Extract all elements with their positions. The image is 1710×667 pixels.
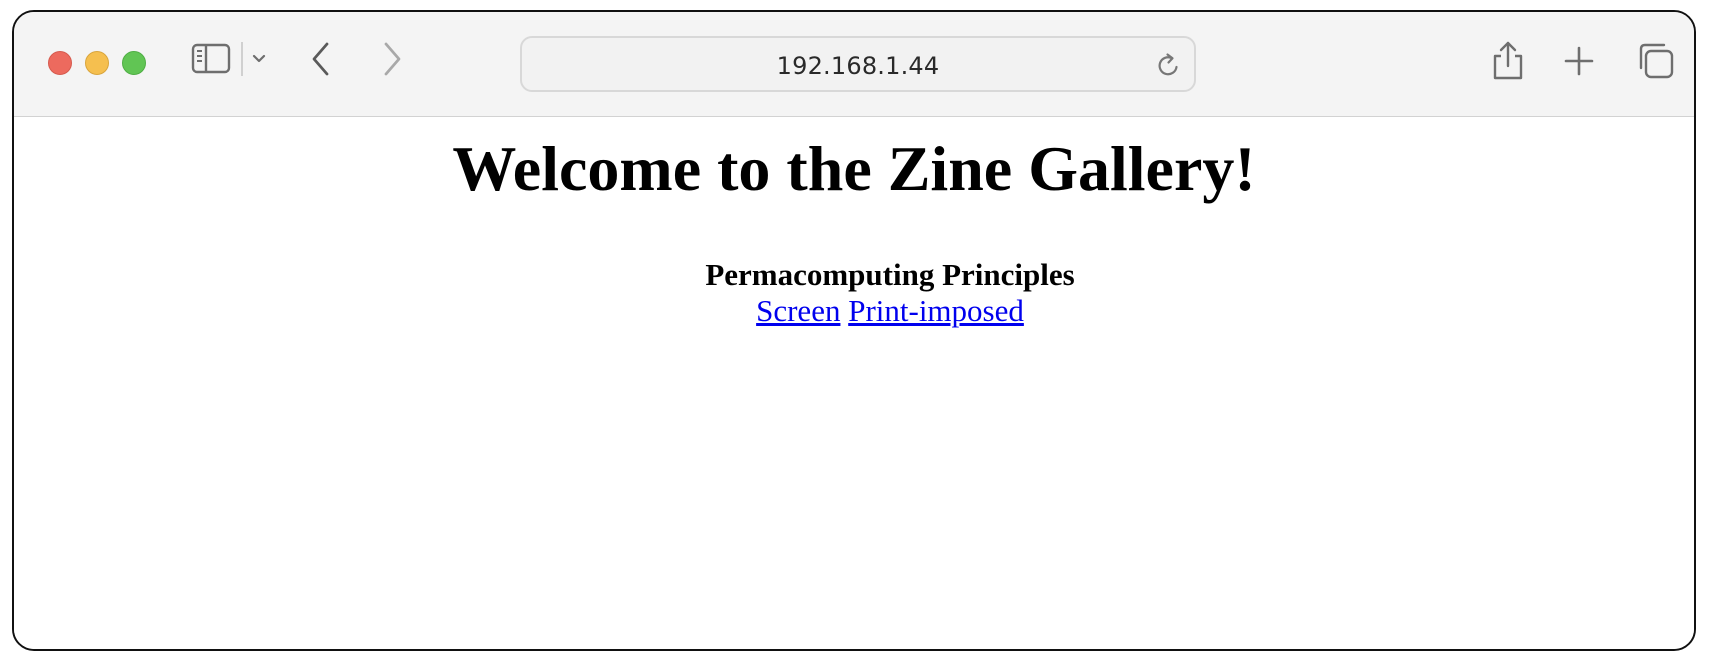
close-window-button[interactable] (48, 51, 72, 75)
chevron-left-icon[interactable] (310, 40, 332, 78)
zine-links: Screen Print-imposed (14, 293, 1694, 329)
sidebar-icon[interactable] (191, 42, 231, 76)
share-icon[interactable] (1490, 40, 1526, 82)
zoom-window-button[interactable] (122, 51, 146, 75)
page-title: Welcome to the Zine Gallery! (452, 133, 1256, 204)
print-imposed-link[interactable]: Print-imposed (848, 293, 1024, 328)
tabs-overview-icon[interactable] (1636, 41, 1676, 81)
toolbar-divider (241, 42, 243, 76)
address-bar[interactable]: 192.168.1.44 (520, 36, 1196, 92)
minimize-window-button[interactable] (85, 51, 109, 75)
screen-link[interactable]: Screen (756, 293, 840, 328)
reload-icon[interactable] (1154, 50, 1184, 80)
zine-title: Permacomputing Principles (705, 257, 1075, 292)
page-content: Welcome to the Zine Gallery! Permacomput… (14, 117, 1694, 649)
chevron-right-icon[interactable] (381, 40, 403, 78)
plus-icon[interactable] (1562, 44, 1596, 78)
browser-toolbar: 192.168.1.44 (14, 12, 1694, 117)
chevron-down-icon[interactable] (251, 51, 267, 67)
address-text: 192.168.1.44 (776, 52, 940, 80)
browser-window: 192.168.1.44 Welcome to the Zine Gallery… (12, 10, 1696, 651)
